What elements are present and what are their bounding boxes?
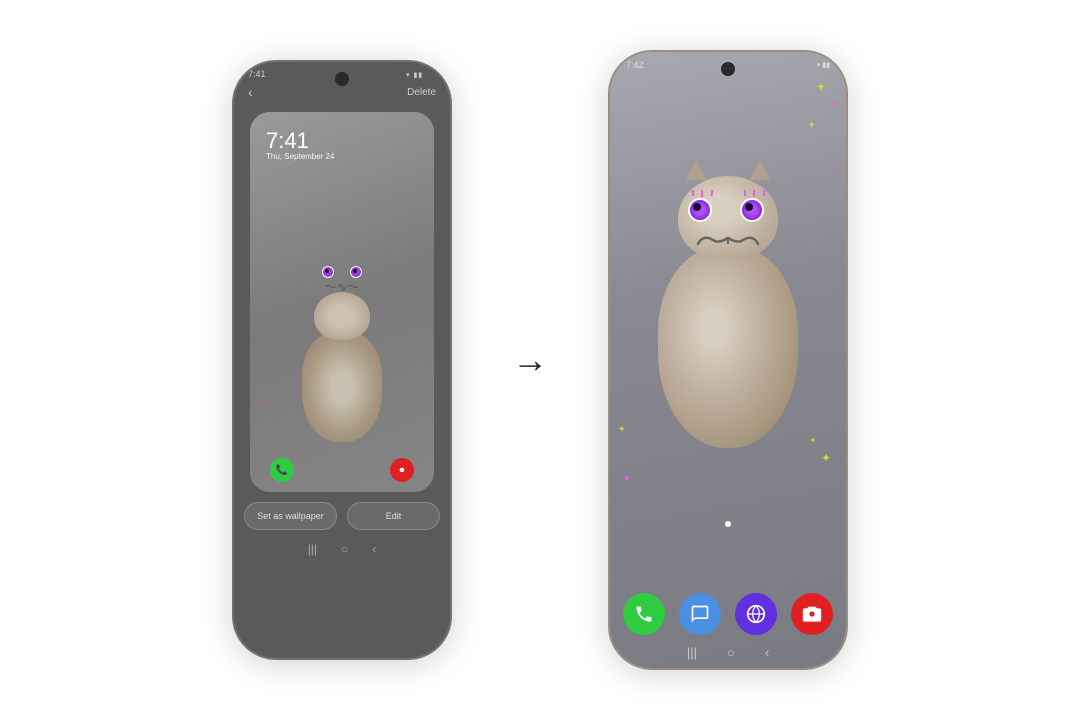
back-icon[interactable]: ‹ bbox=[248, 84, 253, 100]
preview-phone-app: 📞 bbox=[270, 458, 294, 482]
heart-r: ♡ bbox=[825, 160, 838, 177]
power-button bbox=[846, 192, 848, 242]
sparkle-tr3: ✦ bbox=[808, 120, 816, 131]
lash4 bbox=[743, 189, 746, 195]
lash6 bbox=[762, 189, 765, 195]
nav-home-icon[interactable]: ○ bbox=[341, 542, 348, 556]
nav-back-icon[interactable]: ‹ bbox=[372, 542, 376, 556]
lash5 bbox=[753, 190, 755, 197]
wallpaper-action-buttons: Set as wallpaper Edit bbox=[234, 502, 450, 530]
deco-heart-top: ♡ bbox=[412, 124, 420, 135]
delete-button[interactable]: Delete bbox=[407, 87, 436, 98]
right-phone-screen: 7:42 ▾ ▮▮ ✦ ✦ ✦ ♡ ♡ ✦ ✦ ✦ ✦ ♡ bbox=[610, 52, 846, 668]
dock-browser-app[interactable] bbox=[735, 593, 777, 635]
cat-eye-left bbox=[322, 266, 334, 278]
sparkle-br1: ✦ bbox=[821, 451, 831, 465]
big-eye-right bbox=[740, 198, 764, 222]
nav-bar-right: ||| ○ ‹ bbox=[610, 639, 846, 668]
sparkle-br2: ✦ bbox=[809, 436, 816, 445]
sparkle-tr2: ✦ bbox=[829, 100, 836, 109]
big-cat-mustache bbox=[693, 230, 763, 258]
svg-text:▾ ▮▮: ▾ ▮▮ bbox=[406, 72, 423, 78]
lash1 bbox=[691, 189, 694, 195]
phone-left: 7:41 ▾ ▮▮ ‹ Delete 7:41 Thu, September 2… bbox=[232, 60, 452, 660]
wallpaper-preview-card: 7:41 Thu, September 24 ♡ ♡ bbox=[250, 112, 434, 492]
sparkle-bl: ✦ bbox=[622, 472, 631, 485]
status-icons-left: ▾ ▮▮ bbox=[406, 68, 436, 80]
dock-camera-app[interactable] bbox=[791, 593, 833, 635]
cat-body: 〜∿〜 bbox=[302, 332, 382, 442]
status-time-left: 7:41 bbox=[248, 69, 266, 79]
heart-tr: ♡ bbox=[800, 80, 806, 88]
eyelashes bbox=[688, 190, 768, 222]
dock-messages-app[interactable] bbox=[679, 593, 721, 635]
nav-home-right[interactable]: ○ bbox=[727, 645, 735, 660]
cat-preview: 〜∿〜 bbox=[297, 312, 387, 442]
big-cat-body bbox=[658, 248, 798, 448]
lash3 bbox=[710, 189, 713, 195]
heart-tl: ♡ bbox=[618, 150, 628, 163]
lock-hour: 7:41 bbox=[266, 130, 334, 152]
nav-recent-right[interactable]: ||| bbox=[687, 645, 697, 660]
left-eye-group bbox=[688, 190, 716, 222]
wallpaper-display: ✦ ✦ ✦ ♡ ♡ ✦ ✦ ✦ ✦ ♡ bbox=[610, 70, 846, 585]
nav-back-right[interactable]: ‹ bbox=[765, 645, 769, 660]
lash2 bbox=[701, 190, 703, 197]
camera-notch-right bbox=[721, 62, 735, 76]
app-dock bbox=[610, 585, 846, 639]
dock-phone-app[interactable] bbox=[623, 593, 665, 635]
camera-notch-left bbox=[335, 72, 349, 86]
deco-heart-left: ♡ bbox=[262, 399, 272, 412]
sparkle-tr1: ✦ bbox=[816, 80, 826, 94]
page-dot-indicator bbox=[725, 521, 731, 527]
edit-button[interactable]: Edit bbox=[347, 502, 440, 530]
left-eyelashes bbox=[688, 190, 716, 197]
arrow-indicator: → bbox=[512, 339, 548, 381]
lock-screen-time: 7:41 Thu, September 24 bbox=[266, 130, 334, 161]
right-eye-group bbox=[740, 190, 768, 222]
cat-ear-right bbox=[750, 158, 770, 180]
cat-mustache: 〜∿〜 bbox=[325, 278, 359, 295]
cat-eye-right bbox=[350, 266, 362, 278]
nav-recent-icon[interactable]: ||| bbox=[308, 542, 317, 556]
sparkle-bl2: ✦ bbox=[618, 424, 626, 435]
status-time-right: 7:42 bbox=[626, 60, 644, 70]
preview-camera-app: ⏺ bbox=[390, 458, 414, 482]
big-cat-head bbox=[678, 176, 778, 260]
cat-head: 〜∿〜 bbox=[314, 292, 370, 340]
set-wallpaper-button[interactable]: Set as wallpaper bbox=[244, 502, 337, 530]
lock-date: Thu, September 24 bbox=[266, 152, 334, 161]
preview-background: 7:41 Thu, September 24 ♡ ♡ bbox=[250, 112, 434, 492]
right-eyelashes bbox=[740, 190, 768, 197]
status-icons-right: ▾ ▮▮ bbox=[817, 61, 830, 69]
main-scene: 7:41 ▾ ▮▮ ‹ Delete 7:41 Thu, September 2… bbox=[0, 0, 1080, 720]
big-eye-left bbox=[688, 198, 712, 222]
cat-eyes bbox=[322, 266, 362, 278]
nav-bar-left: ||| ○ ‹ bbox=[234, 536, 450, 560]
preview-apps: 📞 ⏺ bbox=[250, 458, 434, 482]
phone-right: 7:42 ▾ ▮▮ ✦ ✦ ✦ ♡ ♡ ✦ ✦ ✦ ✦ ♡ bbox=[608, 50, 848, 670]
cat-ear-left bbox=[686, 158, 706, 180]
